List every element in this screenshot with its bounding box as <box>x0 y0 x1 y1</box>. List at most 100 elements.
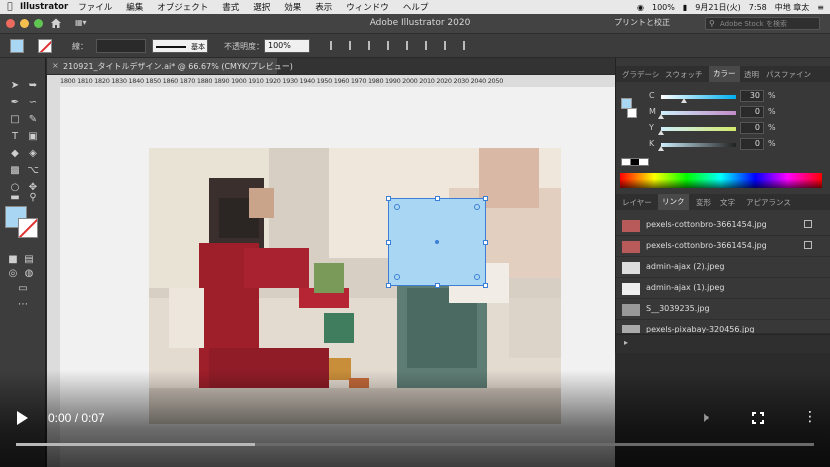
zoom-window-button[interactable] <box>34 19 43 28</box>
align-hcenter-icon[interactable] <box>349 41 359 50</box>
resize-handle-bottom-left[interactable] <box>386 283 391 288</box>
transform-icon[interactable] <box>444 41 454 50</box>
tab-appearance[interactable]: アピアランス <box>746 197 791 208</box>
yellow-slider-knob[interactable] <box>658 130 664 135</box>
menu-effect[interactable]: 効果 <box>284 1 301 13</box>
selected-rectangle[interactable] <box>386 196 488 288</box>
fullscreen-icon[interactable] <box>752 412 764 424</box>
document-tab[interactable]: × 210921_タイトルデザイン.ai* @ 66.67% (CMYK/プレビ… <box>47 58 293 74</box>
stroke-swatch[interactable] <box>18 218 38 238</box>
isolate-icon[interactable] <box>463 41 473 50</box>
battery-icon[interactable]: ▮ <box>683 3 687 12</box>
more-options-icon[interactable]: ⋮ <box>803 410 817 424</box>
direct-selection-tool-icon[interactable]: ➥ <box>26 80 40 92</box>
resize-handle-top[interactable] <box>435 196 440 201</box>
tab-transparency[interactable]: 透明 <box>744 69 759 80</box>
opacity-input[interactable]: 100% <box>264 39 310 53</box>
user-name[interactable]: 中地 章太 <box>775 2 810 13</box>
cyan-value-input[interactable]: 30 <box>740 90 764 102</box>
adobe-stock-search[interactable]: ⚲ Adobe Stock を検索 <box>705 17 820 30</box>
menu-object[interactable]: オブジェクト <box>157 1 208 13</box>
print-proof-menu[interactable]: プリントと校正 <box>614 17 670 28</box>
resize-handle-bottom[interactable] <box>435 283 440 288</box>
fill-color-swatch[interactable] <box>10 39 24 53</box>
menu-list-icon[interactable]: ≡ <box>817 3 824 12</box>
tab-links[interactable]: リンク <box>658 194 689 210</box>
tab-swatches[interactable]: スウォッチ <box>665 69 703 80</box>
resize-handle-top-right[interactable] <box>483 196 488 201</box>
link-item[interactable]: admin-ajax (1).jpeg <box>616 278 830 299</box>
video-progress-bar[interactable] <box>16 443 814 446</box>
align-bottom-icon[interactable] <box>425 41 435 50</box>
yellow-slider[interactable] <box>661 127 736 131</box>
apple-menu-icon[interactable]:  <box>0 2 20 12</box>
link-item[interactable]: S__3039235.jpg <box>616 299 830 320</box>
magenta-slider[interactable] <box>661 111 736 115</box>
eraser-tool-icon[interactable]: ◆ <box>8 148 22 160</box>
type-tool-icon[interactable]: T <box>8 131 22 143</box>
scale-tool-icon[interactable]: ▣ <box>26 131 40 143</box>
magenta-slider-knob[interactable] <box>658 114 664 119</box>
screen-mode-icon[interactable]: ▭ <box>16 283 30 295</box>
menu-edit[interactable]: 編集 <box>126 1 143 13</box>
menu-window[interactable]: ウィンドウ <box>346 1 389 13</box>
gradient-tool-icon[interactable]: ▩ <box>8 165 22 177</box>
zoom-tool-icon[interactable]: ⚲ <box>26 192 40 204</box>
none-black-white-swatches[interactable] <box>621 158 649 166</box>
more-tools-icon[interactable]: ⋯ <box>16 299 30 311</box>
selection-tool-icon[interactable]: ➤ <box>8 80 22 92</box>
expand-arrow-icon[interactable]: ▸ <box>624 338 628 347</box>
tab-gradient[interactable]: グラデーシ <box>622 69 659 80</box>
stroke-weight-input[interactable] <box>96 39 146 53</box>
color-mode-icon[interactable]: ■ <box>6 254 20 266</box>
app-menu[interactable]: Illustrator <box>20 2 68 12</box>
stroke-color-swatch-none[interactable] <box>38 39 52 53</box>
resize-handle-left[interactable] <box>386 240 391 245</box>
wifi-icon[interactable]: ◉ <box>637 3 644 12</box>
cyan-slider-knob[interactable] <box>681 98 687 103</box>
shape-builder-tool-icon[interactable]: ◈ <box>26 148 40 160</box>
magenta-value-input[interactable]: 0 <box>740 106 764 118</box>
black-slider-knob[interactable] <box>658 146 664 151</box>
align-right-icon[interactable] <box>368 41 378 50</box>
play-button[interactable] <box>17 411 28 425</box>
corner-widget[interactable] <box>394 274 400 280</box>
link-item[interactable]: pexels-pixabay-320456.jpg <box>616 320 830 334</box>
corner-widget[interactable] <box>474 204 480 210</box>
align-top-icon[interactable] <box>387 41 397 50</box>
pen-tool-icon[interactable]: ✒ <box>8 97 22 109</box>
volume-icon[interactable]: 🕨 <box>700 410 709 426</box>
align-left-icon[interactable] <box>330 41 340 50</box>
menu-help[interactable]: ヘルプ <box>403 1 429 13</box>
tab-color[interactable]: カラー <box>709 66 740 82</box>
corner-widget[interactable] <box>474 274 480 280</box>
menu-view[interactable]: 表示 <box>315 1 332 13</box>
tab-layers[interactable]: レイヤー <box>622 197 652 208</box>
cyan-slider[interactable] <box>661 95 736 99</box>
align-vcenter-icon[interactable] <box>406 41 416 50</box>
home-icon[interactable] <box>50 17 62 29</box>
eyedropper-tool-icon[interactable]: ⌥ <box>26 165 40 177</box>
corner-widget[interactable] <box>394 204 400 210</box>
artboard-tool-icon[interactable]: ▬ <box>8 192 22 204</box>
tab-character[interactable]: 文字 <box>720 197 735 208</box>
menu-type[interactable]: 書式 <box>222 1 239 13</box>
minimize-window-button[interactable] <box>20 19 29 28</box>
color-spectrum[interactable] <box>620 173 822 188</box>
close-window-button[interactable] <box>6 19 15 28</box>
rectangle-tool-icon[interactable]: □ <box>8 114 22 126</box>
menu-file[interactable]: ファイル <box>78 1 112 13</box>
tab-transform[interactable]: 変形 <box>696 197 711 208</box>
link-item[interactable]: pexels-cottonbro-3661454.jpg <box>616 236 830 257</box>
tab-pathfinder[interactable]: パスファイン <box>766 69 811 80</box>
draw-normal-icon[interactable]: ◎ <box>6 268 20 280</box>
curvature-tool-icon[interactable]: ∽ <box>26 97 40 109</box>
workspace-switcher-icon[interactable]: ▦▾ <box>75 18 93 29</box>
paintbrush-tool-icon[interactable]: ✎ <box>26 114 40 126</box>
link-item[interactable]: admin-ajax (2).jpeg <box>616 257 830 278</box>
resize-handle-top-left[interactable] <box>386 196 391 201</box>
brush-definition-dropdown[interactable]: 基本 <box>152 39 208 53</box>
yellow-value-input[interactable]: 0 <box>740 122 764 134</box>
gradient-mode-icon[interactable]: ▤ <box>22 254 36 266</box>
black-value-input[interactable]: 0 <box>740 138 764 150</box>
